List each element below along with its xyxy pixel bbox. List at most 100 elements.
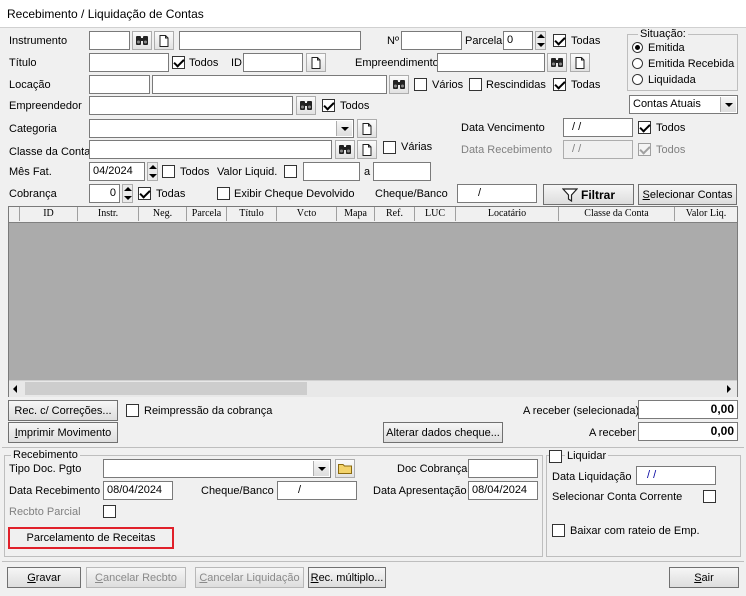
mes-fat-input[interactable]: 04/2024 [89,162,145,181]
rescindidas-checkbox[interactable] [469,78,482,91]
empreendedor-input[interactable] [89,96,293,115]
categoria-select[interactable] [89,119,354,138]
grid-col-luc[interactable]: LUC [415,207,456,221]
data-recebimento-todos-checkbox[interactable] [638,143,651,156]
situacao-liquidada-radio[interactable] [632,74,643,85]
mes-fat-todos-checkbox[interactable] [162,165,175,178]
mes-fat-spinner[interactable] [147,162,158,181]
selecionar-conta-corrente-checkbox[interactable] [703,490,716,503]
parcela-spinner[interactable] [535,31,546,50]
titulo-todos-checkbox[interactable] [172,56,185,69]
grid-col-classe[interactable]: Classe da Conta [559,207,675,221]
empreendedor-todos-checkbox[interactable] [322,99,335,112]
numero-input[interactable] [401,31,462,50]
classe-conta-new-button[interactable] [357,140,377,159]
grid-col-valor-liq[interactable]: Valor Liq. [675,207,737,221]
cobranca-spinner[interactable] [122,184,133,203]
id-new-button[interactable] [306,53,326,72]
selecionar-contas-button[interactable]: Selecionar Contas [638,184,737,205]
categoria-dropdown-icon[interactable] [336,121,352,136]
locacao-search-button[interactable] [389,75,409,94]
scroll-right-arrow-icon[interactable] [727,385,731,393]
grid-header: ID Instr. Neg. Parcela Título Vcto Mapa … [9,207,737,223]
imprimir-movimento-button[interactable]: Imprimir Movimento [8,422,118,443]
gravar-button[interactable]: Gravar [7,567,81,588]
varios-checkbox[interactable] [414,78,427,91]
separator-line [2,447,744,448]
empreendimento-search-button[interactable] [547,53,567,72]
locacao-todas-label: Todas [571,79,601,91]
parcela-todas-checkbox[interactable] [553,34,566,47]
data-recebimento-filter-input[interactable]: / / [563,140,633,159]
instrumento-desc-input[interactable] [179,31,361,50]
instrumento-input[interactable] [89,31,130,50]
parcela-label: Parcela [465,35,503,47]
empreendedor-search-button[interactable] [296,96,316,115]
cobranca-input[interactable]: 0 [89,184,120,203]
instrumento-search-button[interactable] [132,31,152,50]
empreendimento-input[interactable] [437,53,545,72]
grid-col-titulo[interactable]: Título [227,207,277,221]
valor-liquid-to-input[interactable] [373,162,431,181]
titulo-input[interactable] [89,53,169,72]
cancelar-recbto-button[interactable]: Cancelar Recbto [86,567,186,588]
data-vencimento-todos-checkbox[interactable] [638,121,651,134]
alterar-cheque-button[interactable]: Alterar dados cheque... [383,422,503,443]
rec-multiplo-button[interactable]: Rec. múltiplo... [308,567,386,588]
grid-col-vcto[interactable]: Vcto [277,207,337,221]
rec-correcoes-button[interactable]: Rec. c/ Correções... [8,400,118,421]
footer-separator [2,561,744,562]
tipo-doc-label: Tipo Doc. Pgto [9,463,82,475]
grid-col-neg[interactable]: Neg. [139,207,187,221]
empreendimento-new-button[interactable] [570,53,590,72]
classe-conta-search-button[interactable] [335,140,355,159]
parcelamento-receitas-button[interactable]: Parcelamento de Receitas [8,527,174,549]
valor-liquid-checkbox[interactable] [284,165,297,178]
locacao-input[interactable] [89,75,150,94]
exibir-cheque-checkbox[interactable] [217,187,230,200]
parcela-input[interactable]: 0 [503,31,533,50]
grid-col-mapa[interactable]: Mapa [337,207,375,221]
tipo-doc-folder-button[interactable] [335,459,355,478]
doc-cobranca-input[interactable] [468,459,538,478]
data-apresentacao-label: Data Apresentação [373,485,467,497]
binoculars-icon [300,101,312,110]
categoria-new-button[interactable] [357,119,377,138]
baixar-rateio-checkbox[interactable] [552,524,565,537]
reimpressao-checkbox[interactable] [126,404,139,417]
data-vencimento-input[interactable]: / / [563,118,633,137]
locacao-desc-input[interactable] [152,75,387,94]
grid-col-ref[interactable]: Ref. [375,207,415,221]
tipo-doc-dropdown-icon[interactable] [313,461,329,476]
scroll-thumb[interactable] [25,382,307,395]
sair-button[interactable]: Sair [669,567,739,588]
situacao-emitida-radio[interactable] [632,42,643,53]
liquidar-checkbox[interactable] [549,450,562,463]
contas-atuais-select[interactable]: Contas Atuais [629,95,738,114]
grid-horizontal-scrollbar[interactable] [9,380,737,397]
cheque-banco-input[interactable]: / [277,481,357,500]
tipo-doc-select[interactable] [103,459,331,478]
data-liquidacao-input[interactable]: / / [636,466,716,485]
recbto-parcial-checkbox[interactable] [103,505,116,518]
scroll-left-arrow-icon[interactable] [13,385,17,393]
locacao-todas-checkbox[interactable] [553,78,566,91]
data-apresentacao-input[interactable]: 08/04/2024 [468,481,538,500]
varias-checkbox[interactable] [383,141,396,154]
contas-grid[interactable]: ID Instr. Neg. Parcela Título Vcto Mapa … [8,206,738,397]
filtrar-button[interactable]: Filtrar [543,184,634,205]
classe-conta-input[interactable] [89,140,332,159]
cancelar-liquidacao-button[interactable]: Cancelar Liquidação [195,567,304,588]
id-input[interactable] [243,53,303,72]
cheque-banco-filter-input[interactable]: / [457,184,537,203]
contas-atuais-dropdown-icon[interactable] [720,97,736,112]
data-recebimento-input[interactable]: 08/04/2024 [103,481,173,500]
cobranca-todas-checkbox[interactable] [138,187,151,200]
grid-col-id[interactable]: ID [20,207,78,221]
instrumento-new-button[interactable] [154,31,174,50]
grid-col-instr[interactable]: Instr. [78,207,139,221]
grid-col-locatario[interactable]: Locatário [456,207,559,221]
valor-liquid-from-input[interactable] [303,162,360,181]
grid-col-parcela[interactable]: Parcela [187,207,227,221]
situacao-emitida-recebida-radio[interactable] [632,58,643,69]
